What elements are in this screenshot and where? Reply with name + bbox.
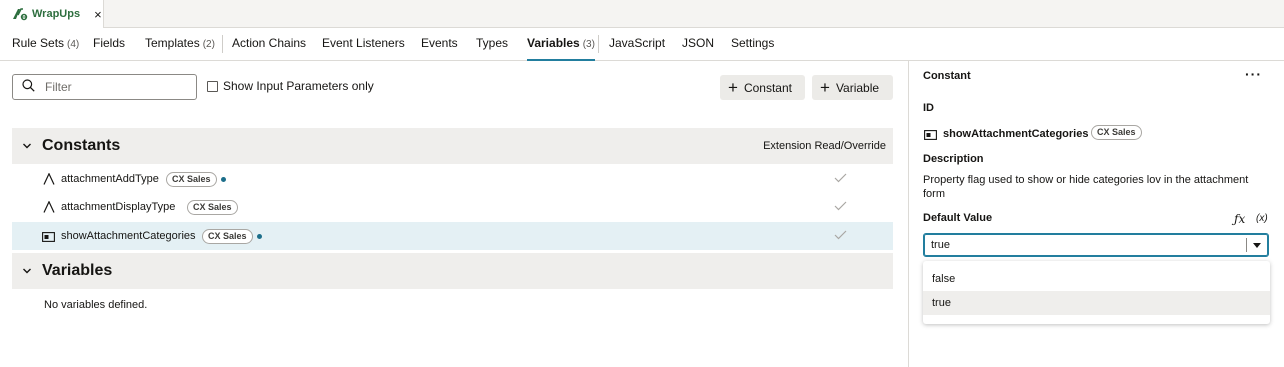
panel-title: Constant: [923, 70, 971, 82]
tab-divider: [222, 35, 223, 53]
search-icon: [22, 79, 35, 95]
constants-section-header[interactable]: Constants Extension Read/Override: [12, 128, 893, 164]
table-row[interactable]: attachmentAddType CX Sales: [12, 165, 893, 193]
description-label: Description: [923, 153, 984, 165]
id-value: showAttachmentCategories: [943, 128, 1089, 140]
chevron-down-icon[interactable]: [22, 139, 32, 153]
plus-icon: +: [728, 78, 738, 97]
tab-json[interactable]: JSON: [682, 28, 714, 61]
tab-templates[interactable]: Templates (2): [145, 28, 215, 61]
extension-override-column-header: Extension Read/Override: [763, 140, 886, 152]
file-tab-bar: 0 WrapUps ×: [0, 0, 1284, 28]
constants-title: Constants: [42, 137, 121, 154]
modified-indicator-icon: [257, 234, 262, 239]
show-input-params-label: Show Input Parameters only: [223, 79, 374, 93]
checkmark-icon: [834, 172, 847, 186]
add-variable-button[interactable]: + Variable: [812, 75, 893, 100]
layout-icon: 0: [12, 7, 28, 21]
dropdown-caret-icon[interactable]: [1253, 243, 1261, 248]
svg-text:0: 0: [23, 15, 26, 21]
variables-section-header[interactable]: Variables: [12, 253, 893, 289]
show-input-params-checkbox[interactable]: [207, 81, 218, 92]
table-row[interactable]: attachmentDisplayType CX Sales: [12, 193, 893, 221]
constant-name: showAttachmentCategories: [61, 230, 196, 242]
more-options-icon[interactable]: ···: [1245, 66, 1262, 82]
no-variables-message: No variables defined.: [44, 299, 148, 311]
tab-divider: [598, 35, 599, 53]
expression-editor-icon[interactable]: ƒx: [1234, 212, 1245, 226]
tab-event-listeners[interactable]: Event Listeners: [322, 28, 405, 61]
id-label: ID: [923, 102, 934, 114]
file-tab-label: WrapUps: [32, 8, 81, 20]
add-constant-label: Constant: [743, 80, 792, 95]
tab-fields[interactable]: Fields: [93, 28, 125, 61]
default-value-dropdown: false true: [923, 261, 1270, 324]
tab-types[interactable]: Types: [476, 28, 508, 61]
checkmark-icon: [834, 200, 847, 214]
filter-field[interactable]: [12, 74, 197, 100]
add-constant-button[interactable]: + Constant: [720, 75, 805, 100]
select-divider: [1246, 238, 1247, 252]
constant-name: attachmentAddType: [61, 173, 159, 185]
default-value-selected: true: [931, 239, 950, 251]
close-icon[interactable]: ×: [94, 8, 102, 21]
property-inspector: Constant ··· ID showAttachmentCategories…: [908, 61, 1284, 367]
designer-tabs: Rule Sets (4) Fields Templates (2) Action …: [0, 28, 1284, 61]
default-value-label: Default Value: [923, 212, 993, 224]
tab-variables[interactable]: Variables (3): [527, 28, 595, 61]
variables-title: Variables: [42, 262, 113, 279]
option-true[interactable]: true: [923, 291, 1270, 315]
file-tab-wrapups[interactable]: 0 WrapUps ×: [0, 0, 104, 28]
cx-sales-badge: CX Sales: [166, 172, 217, 187]
cx-sales-badge: CX Sales: [187, 200, 238, 215]
default-value-select[interactable]: true: [923, 233, 1269, 257]
description-value: Property flag used to show or hide categ…: [923, 174, 1249, 200]
tab-events[interactable]: Events: [421, 28, 458, 61]
tab-javascript[interactable]: JavaScript: [609, 28, 665, 61]
boolean-type-icon: [42, 231, 55, 245]
checkmark-icon: [834, 229, 847, 243]
constant-name: attachmentDisplayType: [61, 201, 176, 213]
table-row-selected[interactable]: showAttachmentCategories CX Sales: [12, 222, 893, 250]
add-variable-label: Variable: [835, 80, 880, 95]
boolean-type-icon: [924, 129, 937, 143]
string-type-icon: [43, 200, 55, 216]
tab-action-chains[interactable]: Action Chains: [232, 28, 306, 61]
chevron-down-icon[interactable]: [22, 264, 32, 278]
plus-icon: +: [820, 78, 830, 97]
tab-settings[interactable]: Settings: [731, 28, 774, 61]
modified-indicator-icon: [221, 177, 226, 182]
cx-sales-badge: CX Sales: [1091, 125, 1142, 140]
cx-sales-badge: CX Sales: [202, 229, 253, 244]
variable-picker-icon[interactable]: (x): [1256, 213, 1268, 224]
option-false[interactable]: false: [923, 267, 1270, 291]
filter-input[interactable]: [45, 80, 185, 94]
tab-rule-sets[interactable]: Rule Sets (4): [12, 28, 79, 61]
string-type-icon: [43, 172, 55, 188]
